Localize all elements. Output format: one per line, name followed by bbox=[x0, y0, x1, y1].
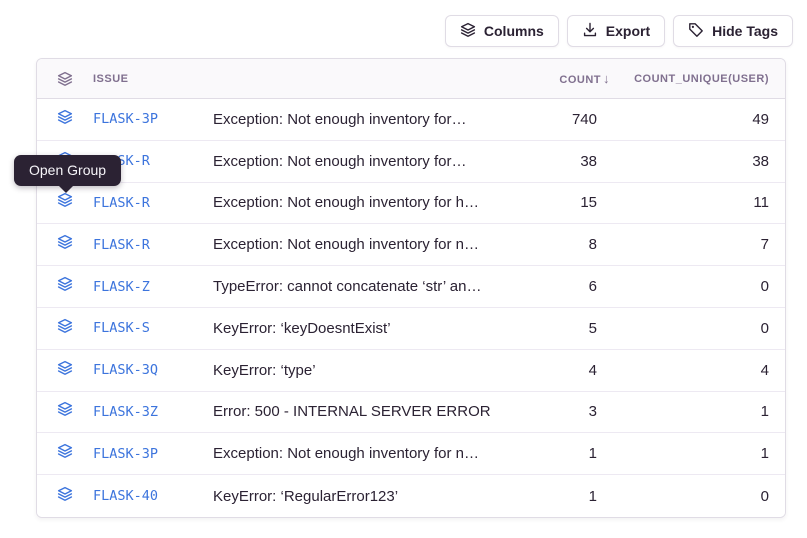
issue-id-link[interactable]: FLASK-R bbox=[93, 237, 213, 253]
count-value: 1 bbox=[502, 488, 612, 505]
open-group-button[interactable] bbox=[37, 443, 93, 464]
issue-title: KeyError: ‘keyDoesntExist’ bbox=[213, 320, 502, 337]
table-row: FLASK-3Q KeyError: ‘type’ 4 4 bbox=[37, 350, 785, 392]
columns-button-label: Columns bbox=[484, 23, 544, 39]
issue-id-link[interactable]: FLASK-S bbox=[93, 320, 213, 336]
layers-icon bbox=[57, 360, 73, 381]
hide-tags-button[interactable]: Hide Tags bbox=[673, 15, 793, 47]
count-unique-value: 7 bbox=[612, 236, 785, 253]
count-value: 6 bbox=[502, 278, 612, 295]
open-group-button[interactable] bbox=[37, 486, 93, 507]
download-icon bbox=[582, 22, 598, 41]
sort-descending-icon: ↓ bbox=[603, 71, 610, 86]
export-button-label: Export bbox=[606, 23, 650, 39]
table-row: FLASK-3P Exception: Not enough inventory… bbox=[37, 433, 785, 475]
issue-title: TypeError: cannot concatenate ‘str’ an… bbox=[213, 278, 502, 295]
column-header-count[interactable]: COUNT↓ bbox=[502, 71, 612, 86]
issues-table: ISSUE COUNT↓ COUNT_UNIQUE(USER) FLASK-3P… bbox=[36, 58, 786, 518]
count-unique-value: 0 bbox=[612, 488, 785, 505]
count-value: 1 bbox=[502, 445, 612, 462]
issue-id-link[interactable]: FLASK-40 bbox=[93, 488, 213, 504]
count-value: 4 bbox=[502, 362, 612, 379]
table-row: FLASK-R Exception: Not enough inventory … bbox=[37, 183, 785, 225]
layers-icon bbox=[460, 22, 476, 41]
issue-id-link[interactable]: FLASK-3Q bbox=[93, 362, 213, 378]
open-group-button[interactable] bbox=[37, 360, 93, 381]
issue-title: KeyError: ‘RegularError123’ bbox=[213, 488, 502, 505]
page: Columns Export Hide Tags bbox=[0, 0, 807, 538]
header-layers-icon bbox=[37, 71, 93, 87]
count-value: 3 bbox=[502, 403, 612, 420]
columns-button[interactable]: Columns bbox=[445, 15, 559, 47]
issue-title: Exception: Not enough inventory for h… bbox=[213, 194, 502, 211]
layers-icon bbox=[57, 192, 73, 213]
issue-title: Exception: Not enough inventory for n… bbox=[213, 445, 502, 462]
export-button[interactable]: Export bbox=[567, 15, 665, 47]
count-unique-value: 38 bbox=[612, 153, 785, 170]
table-row: FLASK-R Exception: Not enough inventory … bbox=[37, 224, 785, 266]
count-value: 5 bbox=[502, 320, 612, 337]
layers-icon bbox=[57, 401, 73, 422]
table-row: FLASK-S KeyError: ‘keyDoesntExist’ 5 0 bbox=[37, 308, 785, 350]
count-unique-value: 11 bbox=[612, 194, 785, 211]
count-value: 38 bbox=[502, 153, 612, 170]
hide-tags-button-label: Hide Tags bbox=[712, 23, 778, 39]
open-group-button[interactable] bbox=[37, 109, 93, 130]
count-unique-value: 1 bbox=[612, 445, 785, 462]
tooltip-label: Open Group bbox=[29, 162, 106, 178]
count-unique-value: 4 bbox=[612, 362, 785, 379]
count-value: 740 bbox=[502, 111, 612, 128]
table-body: FLASK-3P Exception: Not enough inventory… bbox=[37, 99, 785, 517]
count-unique-value: 0 bbox=[612, 278, 785, 295]
count-value: 15 bbox=[502, 194, 612, 211]
layers-icon bbox=[57, 109, 73, 130]
open-group-button[interactable] bbox=[37, 318, 93, 339]
count-unique-value: 1 bbox=[612, 403, 785, 420]
layers-icon bbox=[57, 443, 73, 464]
issue-id-link[interactable]: FLASK-R bbox=[93, 195, 213, 211]
table-row: FLASK-3Z Error: 500 - INTERNAL SERVER ER… bbox=[37, 392, 785, 434]
count-unique-value: 49 bbox=[612, 111, 785, 128]
count-value: 8 bbox=[502, 236, 612, 253]
issue-title: Error: 500 - INTERNAL SERVER ERROR bbox=[213, 403, 502, 420]
open-group-button[interactable] bbox=[37, 276, 93, 297]
open-group-button[interactable] bbox=[37, 234, 93, 255]
table-row: FLASK-R Exception: Not enough inventory … bbox=[37, 141, 785, 183]
tag-icon bbox=[688, 22, 704, 41]
table-row: FLASK-3P Exception: Not enough inventory… bbox=[37, 99, 785, 141]
issue-id-link[interactable]: FLASK-3P bbox=[93, 111, 213, 127]
issue-title: Exception: Not enough inventory for n… bbox=[213, 236, 502, 253]
issue-title: Exception: Not enough inventory for… bbox=[213, 153, 502, 170]
issue-id-link[interactable]: FLASK-Z bbox=[93, 279, 213, 295]
open-group-tooltip: Open Group bbox=[14, 155, 121, 186]
open-group-button[interactable] bbox=[37, 401, 93, 422]
table-header: ISSUE COUNT↓ COUNT_UNIQUE(USER) bbox=[37, 59, 785, 99]
open-group-button[interactable] bbox=[37, 192, 93, 213]
layers-icon bbox=[57, 486, 73, 507]
layers-icon bbox=[57, 234, 73, 255]
table-row: FLASK-40 KeyError: ‘RegularError123’ 1 0 bbox=[37, 475, 785, 517]
issue-id-link[interactable]: FLASK-3P bbox=[93, 446, 213, 462]
toolbar: Columns Export Hide Tags bbox=[445, 15, 793, 47]
layers-icon bbox=[57, 276, 73, 297]
issue-title: KeyError: ‘type’ bbox=[213, 362, 502, 379]
table-row: FLASK-Z TypeError: cannot concatenate ‘s… bbox=[37, 266, 785, 308]
layers-icon bbox=[57, 318, 73, 339]
column-header-count-unique[interactable]: COUNT_UNIQUE(USER) bbox=[612, 73, 785, 85]
column-header-issue[interactable]: ISSUE bbox=[93, 73, 213, 85]
count-unique-value: 0 bbox=[612, 320, 785, 337]
issue-id-link[interactable]: FLASK-3Z bbox=[93, 404, 213, 420]
issue-title: Exception: Not enough inventory for… bbox=[213, 111, 502, 128]
tooltip-caret bbox=[58, 185, 74, 193]
